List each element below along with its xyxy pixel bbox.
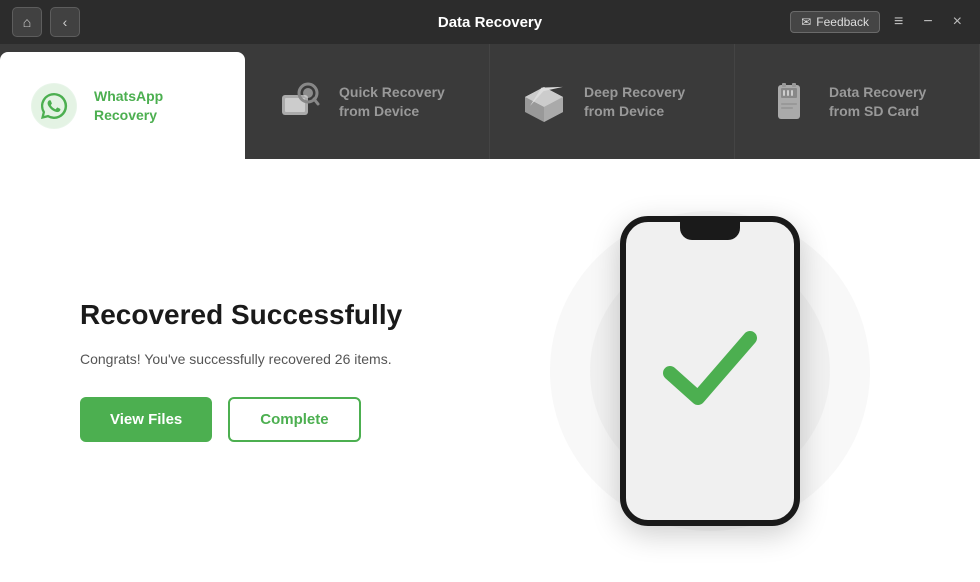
nav-item-whatsapp[interactable]: WhatsApp Recovery <box>0 52 245 159</box>
quick-recovery-label-line2: from Device <box>339 102 445 120</box>
close-button[interactable]: × <box>947 9 968 35</box>
deep-recovery-label-line2: from Device <box>584 102 685 120</box>
back-icon: ‹ <box>63 14 68 30</box>
quick-recovery-label-line1: Quick Recovery <box>339 83 445 101</box>
phone-notch <box>680 222 740 240</box>
success-title: Recovered Successfully <box>80 299 520 331</box>
complete-button[interactable]: Complete <box>228 397 360 442</box>
sd-card-label-line2: from SD Card <box>829 102 926 120</box>
menu-button[interactable]: ≡ <box>888 9 909 35</box>
left-section: Recovered Successfully Congrats! You've … <box>80 299 520 442</box>
nav-item-deep-recovery[interactable]: Deep Recovery from Device <box>490 44 735 159</box>
checkmark-icon <box>660 328 760 423</box>
quick-recovery-nav-text: Quick Recovery from Device <box>339 83 445 119</box>
right-section <box>520 216 900 526</box>
whatsapp-nav-label-line2: Recovery <box>94 106 163 124</box>
app-title: Data Recovery <box>438 14 542 31</box>
deep-recovery-label-line1: Deep Recovery <box>584 83 685 101</box>
sd-card-label-line1: Data Recovery <box>829 83 926 101</box>
whatsapp-nav-label-line1: WhatsApp <box>94 87 163 105</box>
nav-item-sd-card[interactable]: Data Recovery from SD Card <box>735 44 980 159</box>
minimize-button[interactable]: − <box>917 9 938 35</box>
mail-icon: ✉ <box>801 15 811 29</box>
sd-card-icon <box>763 76 815 128</box>
whatsapp-icon <box>28 80 80 132</box>
title-bar: ⌂ ‹ Data Recovery ✉ Feedback ≡ − × <box>0 0 980 44</box>
phone-wrapper <box>620 216 800 526</box>
view-files-button[interactable]: View Files <box>80 397 212 442</box>
phone-frame <box>620 216 800 526</box>
sd-card-nav-text: Data Recovery from SD Card <box>829 83 926 119</box>
main-content: Recovered Successfully Congrats! You've … <box>0 159 980 582</box>
back-button[interactable]: ‹ <box>50 7 80 37</box>
action-buttons: View Files Complete <box>80 397 520 442</box>
title-bar-right: ✉ Feedback ≡ − × <box>790 9 968 35</box>
title-bar-left: ⌂ ‹ <box>12 7 80 37</box>
nav-bar: WhatsApp Recovery Quick Recovery from De… <box>0 44 980 159</box>
deep-recovery-icon <box>518 76 570 128</box>
home-button[interactable]: ⌂ <box>12 7 42 37</box>
whatsapp-nav-text: WhatsApp Recovery <box>94 87 163 123</box>
nav-item-quick-recovery[interactable]: Quick Recovery from Device <box>245 44 490 159</box>
deep-recovery-nav-text: Deep Recovery from Device <box>584 83 685 119</box>
success-description: Congrats! You've successfully recovered … <box>80 351 520 367</box>
feedback-label: Feedback <box>816 15 869 29</box>
feedback-button[interactable]: ✉ Feedback <box>790 11 880 33</box>
quick-recovery-icon <box>273 76 325 128</box>
home-icon: ⌂ <box>23 14 31 30</box>
